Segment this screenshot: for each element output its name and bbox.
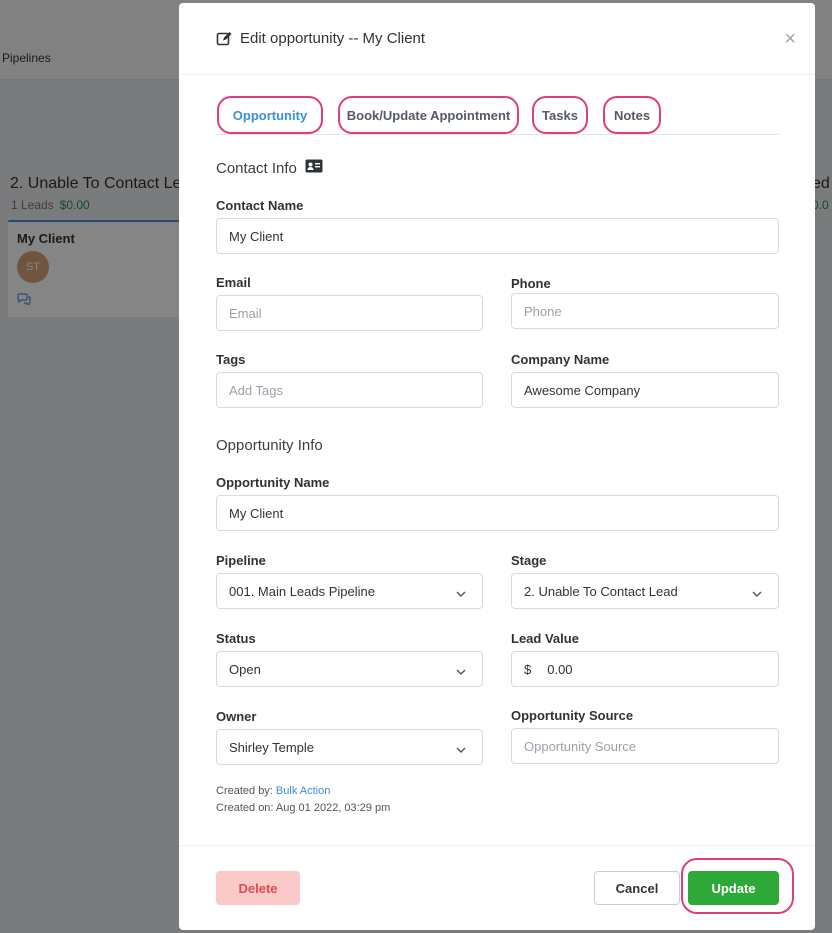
opportunity-info-section-title: Opportunity Info: [216, 437, 323, 454]
modal-header: Edit opportunity -- My Client ×: [179, 3, 815, 75]
edit-opportunity-modal: Edit opportunity -- My Client × Opportun…: [179, 3, 815, 930]
lead-value-label: Lead Value: [511, 631, 579, 646]
stage-select-value: 2. Unable To Contact Lead: [524, 583, 678, 599]
status-select-value: Open: [229, 661, 261, 677]
contact-info-section-title: Contact Info: [216, 159, 323, 177]
contact-card-icon: [305, 159, 323, 177]
stage-label: Stage: [511, 553, 547, 568]
created-by-label: Created by:: [216, 785, 276, 797]
created-by-link[interactable]: Bulk Action: [276, 785, 330, 797]
close-icon[interactable]: ×: [784, 29, 796, 49]
chevron-down-icon: [456, 742, 466, 757]
created-by: Created by: Bulk Action: [216, 785, 330, 797]
opportunity-name-input[interactable]: My Client: [216, 495, 779, 531]
owner-label: Owner: [216, 709, 257, 724]
status-label: Status: [216, 631, 256, 646]
opportunity-source-label: Opportunity Source: [511, 708, 634, 723]
chevron-down-icon: [456, 586, 466, 601]
modal-title: Edit opportunity -- My Client: [216, 30, 425, 47]
opportunity-name-label: Opportunity Name: [216, 475, 330, 490]
pipeline-select[interactable]: 001. Main Leads Pipeline: [216, 573, 483, 609]
owner-select[interactable]: Shirley Temple: [216, 729, 483, 765]
currency-symbol: $: [524, 661, 532, 677]
contact-info-title-text: Contact Info: [216, 159, 297, 177]
contact-name-label: Contact Name: [216, 198, 304, 213]
tab-tasks[interactable]: Tasks: [532, 96, 588, 134]
edit-icon: [216, 31, 232, 47]
email-input[interactable]: Email: [216, 295, 483, 331]
email-label: Email: [216, 275, 251, 290]
tags-input[interactable]: Add Tags: [216, 372, 483, 408]
chevron-down-icon: [456, 664, 466, 679]
company-name-input[interactable]: Awesome Company: [511, 372, 779, 408]
modal-tabs: Opportunity Book/Update Appointment Task…: [216, 93, 779, 135]
opportunity-source-input[interactable]: Opportunity Source: [511, 728, 779, 764]
tags-label: Tags: [216, 352, 246, 367]
tab-book-update-appointment[interactable]: Book/Update Appointment: [338, 96, 519, 134]
tab-notes[interactable]: Notes: [603, 96, 661, 134]
cancel-button[interactable]: Cancel: [594, 871, 680, 905]
modal-title-text: Edit opportunity -- My Client: [240, 30, 426, 47]
update-button[interactable]: Update: [688, 871, 779, 905]
phone-input[interactable]: Phone: [511, 293, 779, 329]
tab-opportunity[interactable]: Opportunity: [217, 96, 323, 134]
pipeline-select-value: 001. Main Leads Pipeline: [229, 583, 375, 599]
lead-value-amount: 0.00: [547, 661, 573, 677]
created-on: Created on: Aug 01 2022, 03:29 pm: [216, 802, 391, 814]
footer-divider: [179, 845, 815, 846]
phone-label: Phone: [511, 276, 551, 291]
company-name-label: Company Name: [511, 352, 610, 367]
contact-name-input[interactable]: My Client: [216, 218, 779, 254]
lead-value-input[interactable]: $ 0.00: [511, 651, 779, 687]
delete-button[interactable]: Delete: [216, 871, 300, 905]
stage-select[interactable]: 2. Unable To Contact Lead: [511, 573, 779, 609]
chevron-down-icon: [752, 586, 762, 601]
pipeline-label: Pipeline: [216, 553, 266, 568]
status-select[interactable]: Open: [216, 651, 483, 687]
owner-select-value: Shirley Temple: [229, 739, 315, 755]
